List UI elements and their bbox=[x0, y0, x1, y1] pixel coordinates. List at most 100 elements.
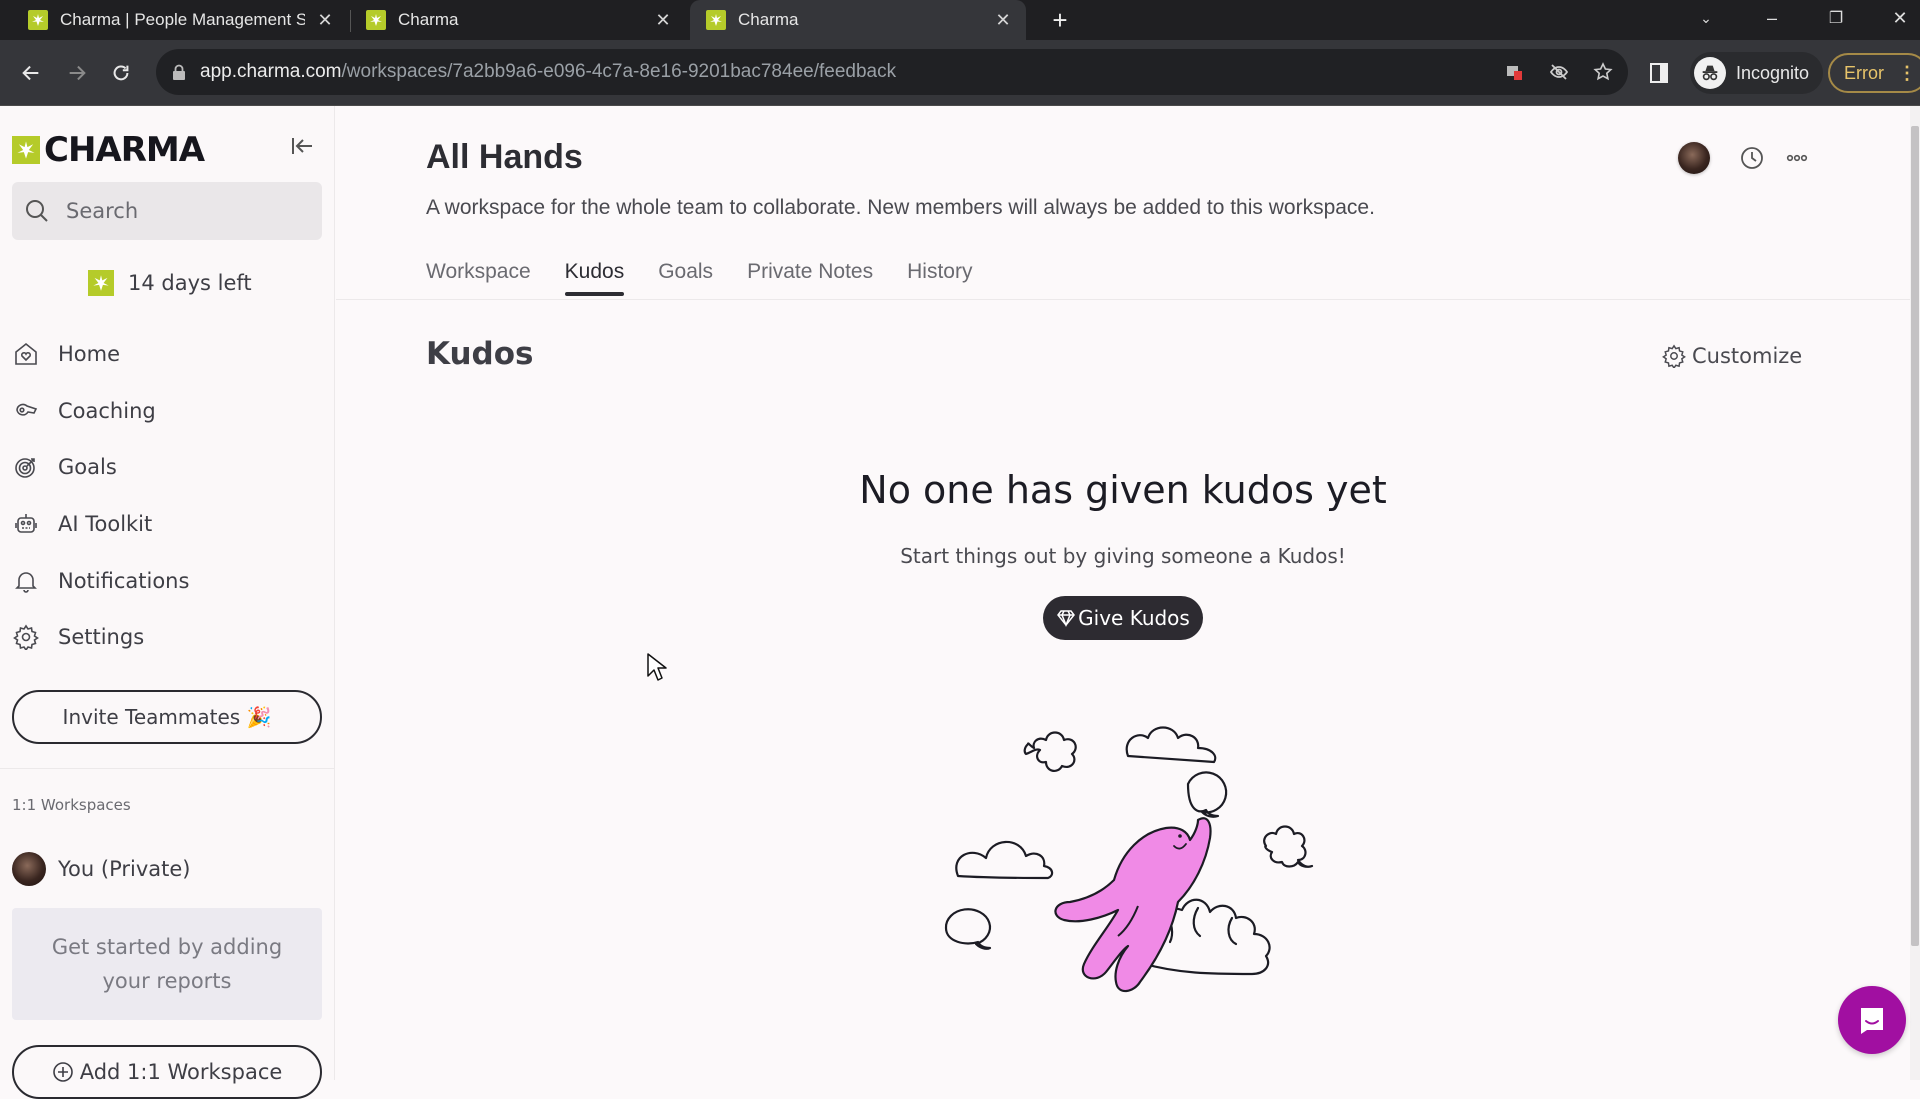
charma-mark-icon bbox=[88, 270, 114, 296]
search-field[interactable] bbox=[12, 182, 322, 240]
robot-icon bbox=[12, 510, 40, 538]
speech-bubble-shape bbox=[944, 908, 992, 950]
more-options-icon[interactable] bbox=[1783, 144, 1811, 172]
browser-tab-active[interactable]: Charma ✕ bbox=[690, 0, 1026, 40]
main-content: All Hands A workspace for the whole team… bbox=[336, 106, 1910, 1080]
trial-badge[interactable]: 14 days left bbox=[88, 270, 252, 296]
customize-label: Customize bbox=[1692, 344, 1803, 368]
tab-workspace[interactable]: Workspace bbox=[426, 260, 531, 296]
charma-logo[interactable]: CHARMA bbox=[12, 130, 205, 170]
tab-title: Charma | People Management S bbox=[60, 10, 305, 29]
brand-wordmark: CHARMA bbox=[44, 130, 205, 170]
page-scrollbar[interactable] bbox=[1910, 106, 1920, 1080]
gear-icon bbox=[1662, 344, 1686, 368]
add-reports-hint: Get started by adding your reports bbox=[12, 908, 322, 1020]
tab-kudos[interactable]: Kudos bbox=[564, 260, 624, 296]
add-workspace-label: Add 1:1 Workspace bbox=[79, 1060, 283, 1084]
charma-favicon-icon bbox=[366, 10, 386, 30]
error-label: Error bbox=[1844, 62, 1884, 83]
give-kudos-label: Give Kudos bbox=[1078, 606, 1190, 630]
tab-search-chevron-icon[interactable]: ⌄ bbox=[1684, 0, 1728, 36]
workspace-item-private[interactable]: You (Private) bbox=[12, 852, 190, 886]
sidebar-item-coaching[interactable]: Coaching bbox=[0, 383, 334, 440]
tabs-divider bbox=[336, 299, 1910, 300]
home-heart-icon bbox=[12, 340, 40, 368]
tab-title: Charma bbox=[398, 10, 459, 29]
eye-off-icon[interactable] bbox=[1548, 61, 1570, 83]
forward-button[interactable] bbox=[62, 58, 92, 88]
nav-label: Home bbox=[58, 342, 121, 367]
history-clock-icon[interactable] bbox=[1738, 144, 1766, 172]
tab-history[interactable]: History bbox=[907, 260, 972, 296]
member-avatar[interactable] bbox=[1678, 142, 1710, 174]
nav-label: Settings bbox=[58, 625, 145, 650]
whistle-icon bbox=[12, 397, 40, 425]
scrollbar-thumb[interactable] bbox=[1911, 126, 1919, 946]
charma-favicon-icon bbox=[706, 10, 726, 30]
pink-figure-shape bbox=[1054, 817, 1212, 993]
side-panel-icon[interactable] bbox=[1648, 62, 1670, 84]
kebab-menu-icon[interactable]: ⋮ bbox=[1898, 63, 1916, 84]
browser-tab[interactable]: Charma | People Management S ✕ bbox=[28, 0, 348, 40]
blocked-popup-icon[interactable] bbox=[1504, 61, 1526, 83]
browser-tab-strip: Charma | People Management S ✕ Charma ✕ … bbox=[0, 0, 1920, 40]
incognito-icon bbox=[1694, 57, 1726, 89]
nav-label: AI Toolkit bbox=[58, 512, 153, 537]
browser-tab[interactable]: Charma ✕ bbox=[366, 0, 686, 40]
add-workspace-button[interactable]: Add 1:1 Workspace bbox=[12, 1045, 322, 1099]
avatar bbox=[12, 852, 46, 886]
new-tab-button[interactable]: + bbox=[1046, 5, 1074, 35]
restore-button[interactable]: ❐ bbox=[1814, 0, 1858, 36]
close-tab-icon[interactable]: ✕ bbox=[314, 9, 336, 31]
diamond-icon bbox=[1057, 610, 1076, 628]
address-bar[interactable]: app.charma.com/workspaces/7a2bb9a6-e096-… bbox=[156, 49, 1628, 95]
gear-icon bbox=[12, 623, 40, 651]
sidebar-item-notifications[interactable]: Notifications bbox=[0, 552, 334, 609]
give-kudos-button[interactable]: Give Kudos bbox=[1043, 596, 1203, 640]
minimize-button[interactable]: – bbox=[1750, 0, 1794, 36]
incognito-indicator[interactable]: Incognito bbox=[1690, 52, 1824, 94]
customize-button[interactable]: Customize bbox=[1662, 344, 1802, 368]
bell-icon bbox=[12, 567, 40, 595]
section-title: Kudos bbox=[426, 336, 534, 372]
search-icon bbox=[26, 200, 48, 222]
incognito-label: Incognito bbox=[1736, 62, 1810, 83]
empty-state-illustration bbox=[944, 726, 1314, 993]
tab-private-notes[interactable]: Private Notes bbox=[747, 260, 873, 296]
close-tab-icon[interactable]: ✕ bbox=[992, 9, 1014, 31]
workspace-description: A workspace for the whole team to collab… bbox=[426, 196, 1375, 219]
tab-goals[interactable]: Goals bbox=[658, 260, 713, 296]
mouse-cursor-icon bbox=[647, 653, 667, 681]
puff-cloud-shape bbox=[1263, 825, 1314, 868]
bookmark-star-icon[interactable] bbox=[1592, 61, 1614, 83]
sidebar-item-ai-toolkit[interactable]: AI Toolkit bbox=[0, 496, 334, 553]
workspace-label: You (Private) bbox=[58, 857, 191, 881]
cloud-shape bbox=[955, 840, 1054, 880]
reload-button[interactable] bbox=[106, 58, 136, 88]
cloud-shape bbox=[1125, 726, 1217, 764]
sidebar-item-goals[interactable]: Goals bbox=[0, 439, 334, 496]
close-tab-icon[interactable]: ✕ bbox=[652, 9, 674, 31]
sidebar: CHARMA 14 days left Home Coaching Goals … bbox=[0, 106, 335, 1099]
puff-cloud-shape bbox=[1023, 731, 1077, 772]
charma-logo-mark-icon bbox=[12, 136, 40, 164]
tab-title: Charma bbox=[738, 10, 799, 29]
workspaces-heading: 1:1 Workspaces bbox=[12, 796, 131, 814]
speech-bubble-shape bbox=[1186, 771, 1228, 818]
sidebar-nav: Home Coaching Goals AI Toolkit Notificat… bbox=[0, 326, 334, 666]
sidebar-item-home[interactable]: Home bbox=[0, 326, 334, 383]
search-input[interactable] bbox=[66, 199, 306, 223]
close-window-button[interactable]: ✕ bbox=[1878, 0, 1920, 36]
support-chat-button[interactable] bbox=[1838, 986, 1906, 1054]
profile-error-button[interactable]: Error ⋮ bbox=[1828, 53, 1920, 93]
nav-label: Notifications bbox=[58, 568, 190, 593]
url-text: app.charma.com/workspaces/7a2bb9a6-e096-… bbox=[200, 61, 897, 82]
nav-label: Goals bbox=[58, 455, 117, 480]
nav-label: Coaching bbox=[58, 398, 156, 423]
chat-bubble-icon bbox=[1861, 1008, 1883, 1034]
back-button[interactable] bbox=[16, 58, 46, 88]
collapse-sidebar-icon[interactable] bbox=[288, 134, 316, 158]
tab-separator bbox=[350, 10, 351, 32]
invite-teammates-button[interactable]: Invite Teammates 🎉 bbox=[12, 690, 322, 744]
sidebar-item-settings[interactable]: Settings bbox=[0, 609, 334, 666]
